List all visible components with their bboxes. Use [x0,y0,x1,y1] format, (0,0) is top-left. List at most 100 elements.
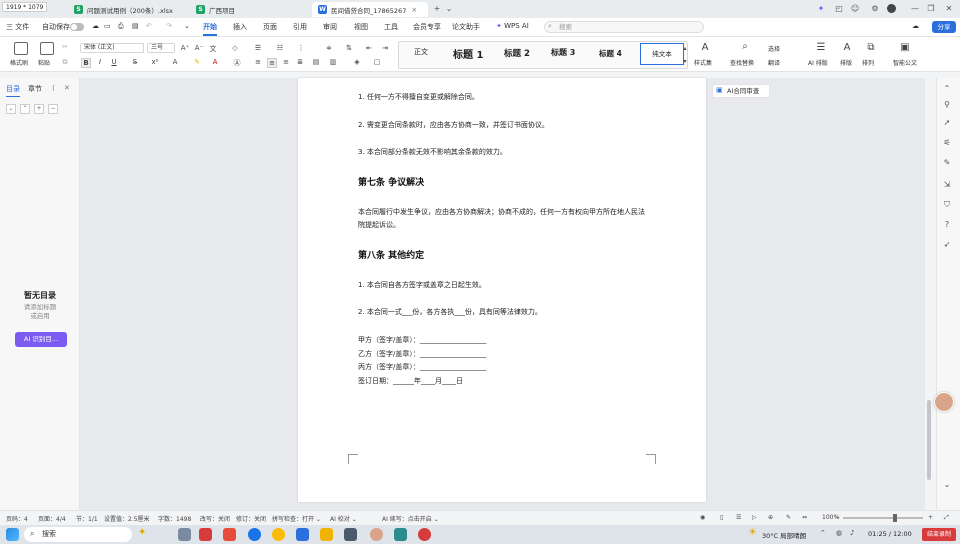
italic-button[interactable]: I [95,58,105,66]
phonetic-icon[interactable]: 文 [208,44,218,54]
style-heading-3[interactable]: 标题 3 [551,47,575,58]
increase-indent-icon[interactable]: ⇥ [380,44,390,52]
find-replace-button[interactable]: 查找替换 [730,58,754,67]
border-icon[interactable]: ▢ [372,58,382,66]
search-input[interactable]: 搜索 [544,21,704,33]
style-set-icon[interactable]: A [700,42,710,53]
tab-toc[interactable]: 目录 [6,84,20,97]
weather-text[interactable]: 30°C 局部晴朗 [762,530,806,540]
arrange-icon[interactable]: ⧉ [866,42,876,53]
play-icon[interactable]: ▷ [752,514,757,521]
tab-home[interactable]: 开始 [203,22,217,36]
gear-icon[interactable]: ⚙ [870,4,880,14]
sparkle-icon[interactable]: ✦ [138,527,146,538]
font-color-icon[interactable]: A [210,58,220,66]
signature-party-c[interactable]: 丙方（签字/盖章）：___________________ [358,362,486,372]
signature-party-b[interactable]: 乙方（签字/盖章）：___________________ [358,349,486,359]
autosave-toggle[interactable] [70,23,84,31]
distributed-icon[interactable]: ▤ [311,58,321,66]
chevron-down-icon[interactable]: ▾ [680,58,690,65]
tab-tools[interactable]: 工具 [384,22,398,32]
style-heading-1[interactable]: 标题 1 [453,46,483,61]
app-blue-icon[interactable] [296,528,309,541]
tab-guangxi-project[interactable]: S 广西项目 [190,2,302,17]
fullscreen-icon[interactable]: ⤢ [944,514,949,522]
ai-layout-icon[interactable]: ☰ [816,42,826,53]
close-window-icon[interactable]: ✕ [944,4,954,14]
paste-button[interactable]: 粘贴 [38,58,50,67]
ai-layout-button[interactable]: AI 排版 [808,58,828,67]
font-name-select[interactable]: 宋体 (正文) [80,43,144,53]
wps-ai-button[interactable]: ✦ WPS AI [496,22,529,30]
status-ai-proofread[interactable]: AI 校对 ⌄ [330,514,357,523]
signing-date[interactable]: 签订日期：______年____月____日 [358,376,463,386]
superscript-icon[interactable]: x² [150,58,160,66]
copy-icon[interactable]: ⧉ [60,58,70,67]
shrink-font-icon[interactable]: A⁻ [194,44,204,52]
new-tab-button[interactable]: + [432,4,442,14]
tab-references[interactable]: 引用 [293,22,307,32]
shading-icon[interactable]: ◈ [352,58,362,66]
smart-doc-button[interactable]: 智能公文 [893,58,917,67]
tab-loan-contract[interactable]: W 民间借贷合同_17865267 × [312,2,428,17]
underline-button[interactable]: U [109,58,119,66]
eye-icon[interactable]: ◉ [700,514,705,521]
chevron-down-icon[interactable]: ⌄ [444,4,454,14]
heading-article-7[interactable]: 第七条 争议解决 [358,175,424,188]
close-icon[interactable]: ✕ [64,84,70,92]
smart-doc-icon[interactable]: ▣ [900,42,910,53]
file-menu[interactable]: 三 文件 [6,22,29,32]
app-red-icon[interactable] [223,528,236,541]
doc-line-1[interactable]: 1. 任何一方不得擅自变更或解除合同。 [358,92,479,102]
bold-button[interactable]: B [81,58,91,68]
network-icon[interactable]: ◍ [836,529,842,537]
format-painter-button[interactable]: 格式刷 [10,58,28,67]
tab-xlsx-test-cases[interactable]: S 问题测试用例（200条）.xlsx [68,2,180,17]
adjust-icon[interactable]: ⚲ [942,100,952,110]
pen-mode-icon[interactable]: ✎ [786,514,791,521]
item-8-1[interactable]: 1. 本合同自各方签字或盖章之日起生效。 [358,280,486,290]
ai-recognize-toc-button[interactable]: AI 识别目... [15,332,67,347]
app-dark-icon[interactable] [344,528,357,541]
restore-icon[interactable]: ❐ [926,4,936,14]
style-plain-text[interactable]: 纯文本 [640,43,684,65]
search-icon[interactable]: ⌕ [740,41,750,52]
pointer-icon[interactable]: ➚ [942,118,952,128]
sort-icon[interactable]: ⇅ [344,44,354,52]
status-page-number[interactable]: 页码：4 [6,514,28,523]
layout-icon[interactable]: A [842,42,852,53]
style-body[interactable]: 正文 [414,47,428,57]
doc-line-2[interactable]: 2. 需变更合同条款时，应由各方协商一致，并签订书面协议。 [358,120,549,130]
line-spacing-icon[interactable]: ≑ [324,44,334,52]
clock[interactable]: 01:25 / 12:00 [868,530,912,538]
tab-view[interactable]: 视图 [354,22,368,32]
outline-list-icon[interactable]: ⋮ [296,44,306,52]
cursor-icon[interactable]: ➶ [942,240,952,250]
tab-thesis[interactable]: 论文助手 [452,22,480,32]
remove-icon[interactable]: − [48,104,58,114]
para-article-7-line-1[interactable]: 本合同履行中发生争议，应由各方协商解决；协商不成的，任何一方有权向甲方所在地人民… [358,207,645,217]
zoom-out-icon[interactable]: − [835,514,840,521]
sliders-icon[interactable]: ⚟ [942,138,952,148]
align-right-icon[interactable]: ≡ [281,58,291,66]
tab-member[interactable]: 会员专享 [413,22,441,32]
vertical-scrollbar[interactable] [927,400,931,480]
tray-chevron-icon[interactable]: ⌃ [820,529,826,537]
wps-icon[interactable] [199,528,212,541]
translate-button[interactable]: 翻译 [768,58,780,67]
format-painter-icon[interactable] [14,42,28,55]
avatar-app-icon[interactable] [370,528,383,541]
avatar[interactable] [886,4,896,14]
file-explorer-icon[interactable] [320,528,333,541]
signature-party-a[interactable]: 甲方（签字/盖章）：___________________ [358,335,486,345]
heading-article-8[interactable]: 第八条 其他约定 [358,248,424,261]
web-view-icon[interactable]: ⊕ [768,514,773,521]
status-setting[interactable]: 设置值：2.5厘米 [104,514,150,523]
align-left-icon[interactable]: ≡ [253,58,263,66]
export-icon[interactable]: ⇲ [942,180,952,190]
status-ai-continue[interactable]: AI 续写：点击开启 ⌄ [382,514,439,523]
document-page[interactable] [298,78,706,502]
stop-recording-button[interactable]: 结束录制 [922,528,956,541]
preview-icon[interactable]: ▤ [132,22,139,30]
tab-review[interactable]: 审阅 [323,22,337,32]
